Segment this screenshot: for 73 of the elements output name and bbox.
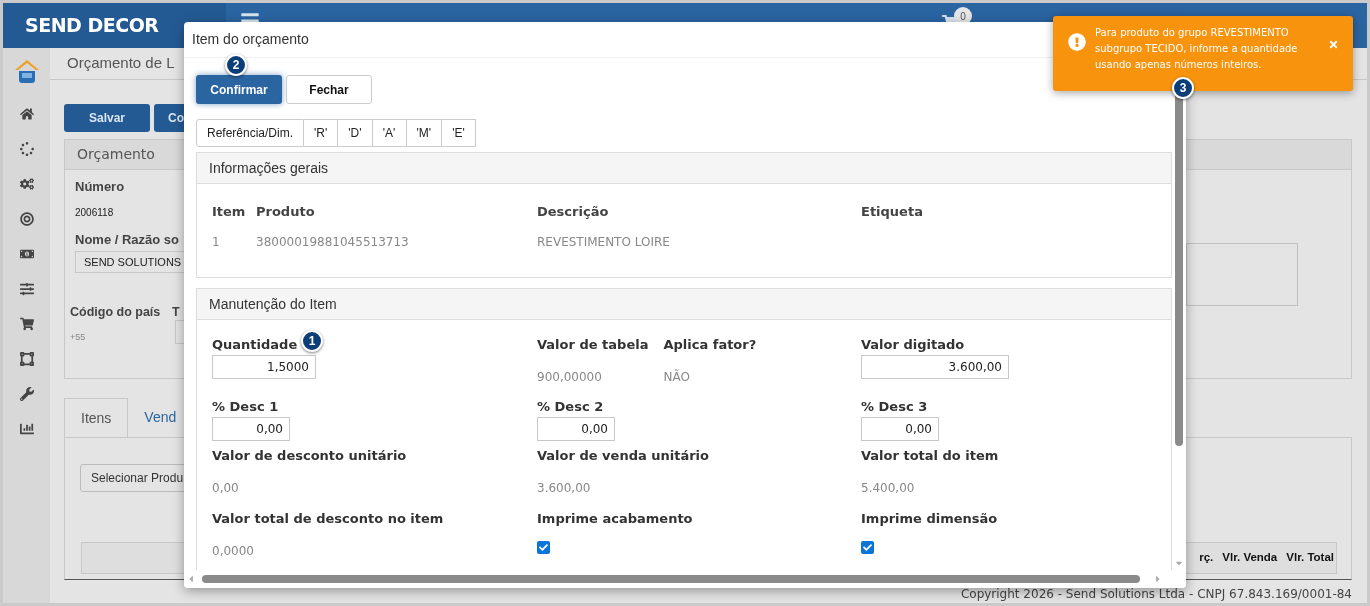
gears-icon[interactable] [19,177,34,191]
field-label: Imprime acabamento [537,511,693,527]
field-label: Quantidade [212,337,298,353]
table-cell-text: 38000019881045513713 [256,233,410,251]
field-label: Imprime dimensão [861,511,998,527]
field-label: T [172,304,180,321]
tab-button[interactable]: 'A' [372,119,407,147]
frame-icon[interactable] [19,352,34,366]
column-header: rç. [1199,550,1214,566]
field-label: Valor de venda unitário [537,448,709,464]
tab-button[interactable]: 'E' [442,119,477,147]
dialog-button[interactable]: Confirmar [196,75,282,104]
sliders-icon[interactable] [19,282,34,296]
bar-chart-icon[interactable] [19,422,34,436]
dialog-button[interactable]: Fechar [286,75,372,104]
field-label: % Desc 2 [537,399,604,415]
tab-button[interactable]: 'M' [406,119,443,147]
toolbar-button[interactable]: Salvar [64,104,150,132]
section-title: Informações gerais [209,158,329,178]
input-field[interactable]: 0,00 [861,417,939,441]
field-label: Valor total do item [861,448,999,464]
cart-icon[interactable] [19,317,34,331]
checkbox[interactable] [861,541,874,554]
field-label: % Desc 3 [861,399,928,415]
brand-title[interactable]: SEND DECOR [25,11,159,40]
tab-button[interactable]: Referência/Dim. [196,119,305,147]
notes-field[interactable] [1186,243,1298,306]
wrench-icon[interactable] [19,387,34,401]
field-value: 2006118 [75,205,114,220]
field-label: Aplica fator? [663,337,757,353]
home-icon[interactable] [19,107,34,121]
column-header: Vlr. Venda [1222,550,1278,566]
input-field[interactable]: 0,00 [537,417,615,441]
column-header: Vlr. Total [1286,550,1334,566]
field-label: Código do país [70,304,161,321]
field-label: Número [75,178,125,196]
table-cell-text: 1 [212,233,221,251]
field-label: Valor total de desconto no item [212,511,444,527]
spinner-icon[interactable] [19,142,34,156]
footer-text: Copyright 2026 - Send Solutions Ltda - CNPJ 67.843.169/0001-84 [960,586,1352,603]
money-icon[interactable] [19,247,34,261]
panel-title: Orçamento [77,145,155,164]
column-header: Descrição [537,203,610,221]
checkbox[interactable] [537,541,550,554]
field-value: NÃO [663,368,690,386]
horizontal-scrollbar[interactable] [202,575,1140,583]
section-title: Manutenção do Item [209,294,337,314]
field-label: Nome / Razão so [75,230,180,249]
tab-button[interactable]: 'R' [304,119,339,147]
field-label: Valor digitado [861,337,965,353]
field-label: % Desc 1 [212,399,279,415]
toast-message: Para produto do grupo REVESTIMENTO subgrupo TECIDO, informe a quantidade usando apenas números inteiros. [1095,26,1299,72]
table-cell-text: REVESTIMENTO LOIRE [537,233,671,251]
column-header: Item [212,203,247,221]
dialog-title: Item do orçamento [192,30,309,49]
field-value: 900,00000 [537,369,602,386]
field-value: 0,0000 [212,543,254,560]
column-header: Etiqueta [861,203,924,221]
field-value: 5.400,00 [861,480,915,497]
field-value: +55 [70,330,86,344]
field-value: 3.600,00 [537,480,591,497]
input-field[interactable]: 1,5000 [212,355,316,379]
field-label: Valor de tabela [537,337,649,353]
tab[interactable]: Itens [64,398,129,437]
tab-button[interactable]: 'D' [338,119,373,147]
field-label: Valor de desconto unitário [212,448,407,464]
input-field[interactable]: 0,00 [212,417,290,441]
page-title: Orçamento de L [67,53,175,74]
warning-icon [1068,33,1086,51]
field-value: 0,00 [212,480,239,497]
input-field[interactable]: 3.600,00 [861,355,1009,379]
target-icon[interactable] [19,212,34,226]
column-header: Produto [256,203,316,221]
